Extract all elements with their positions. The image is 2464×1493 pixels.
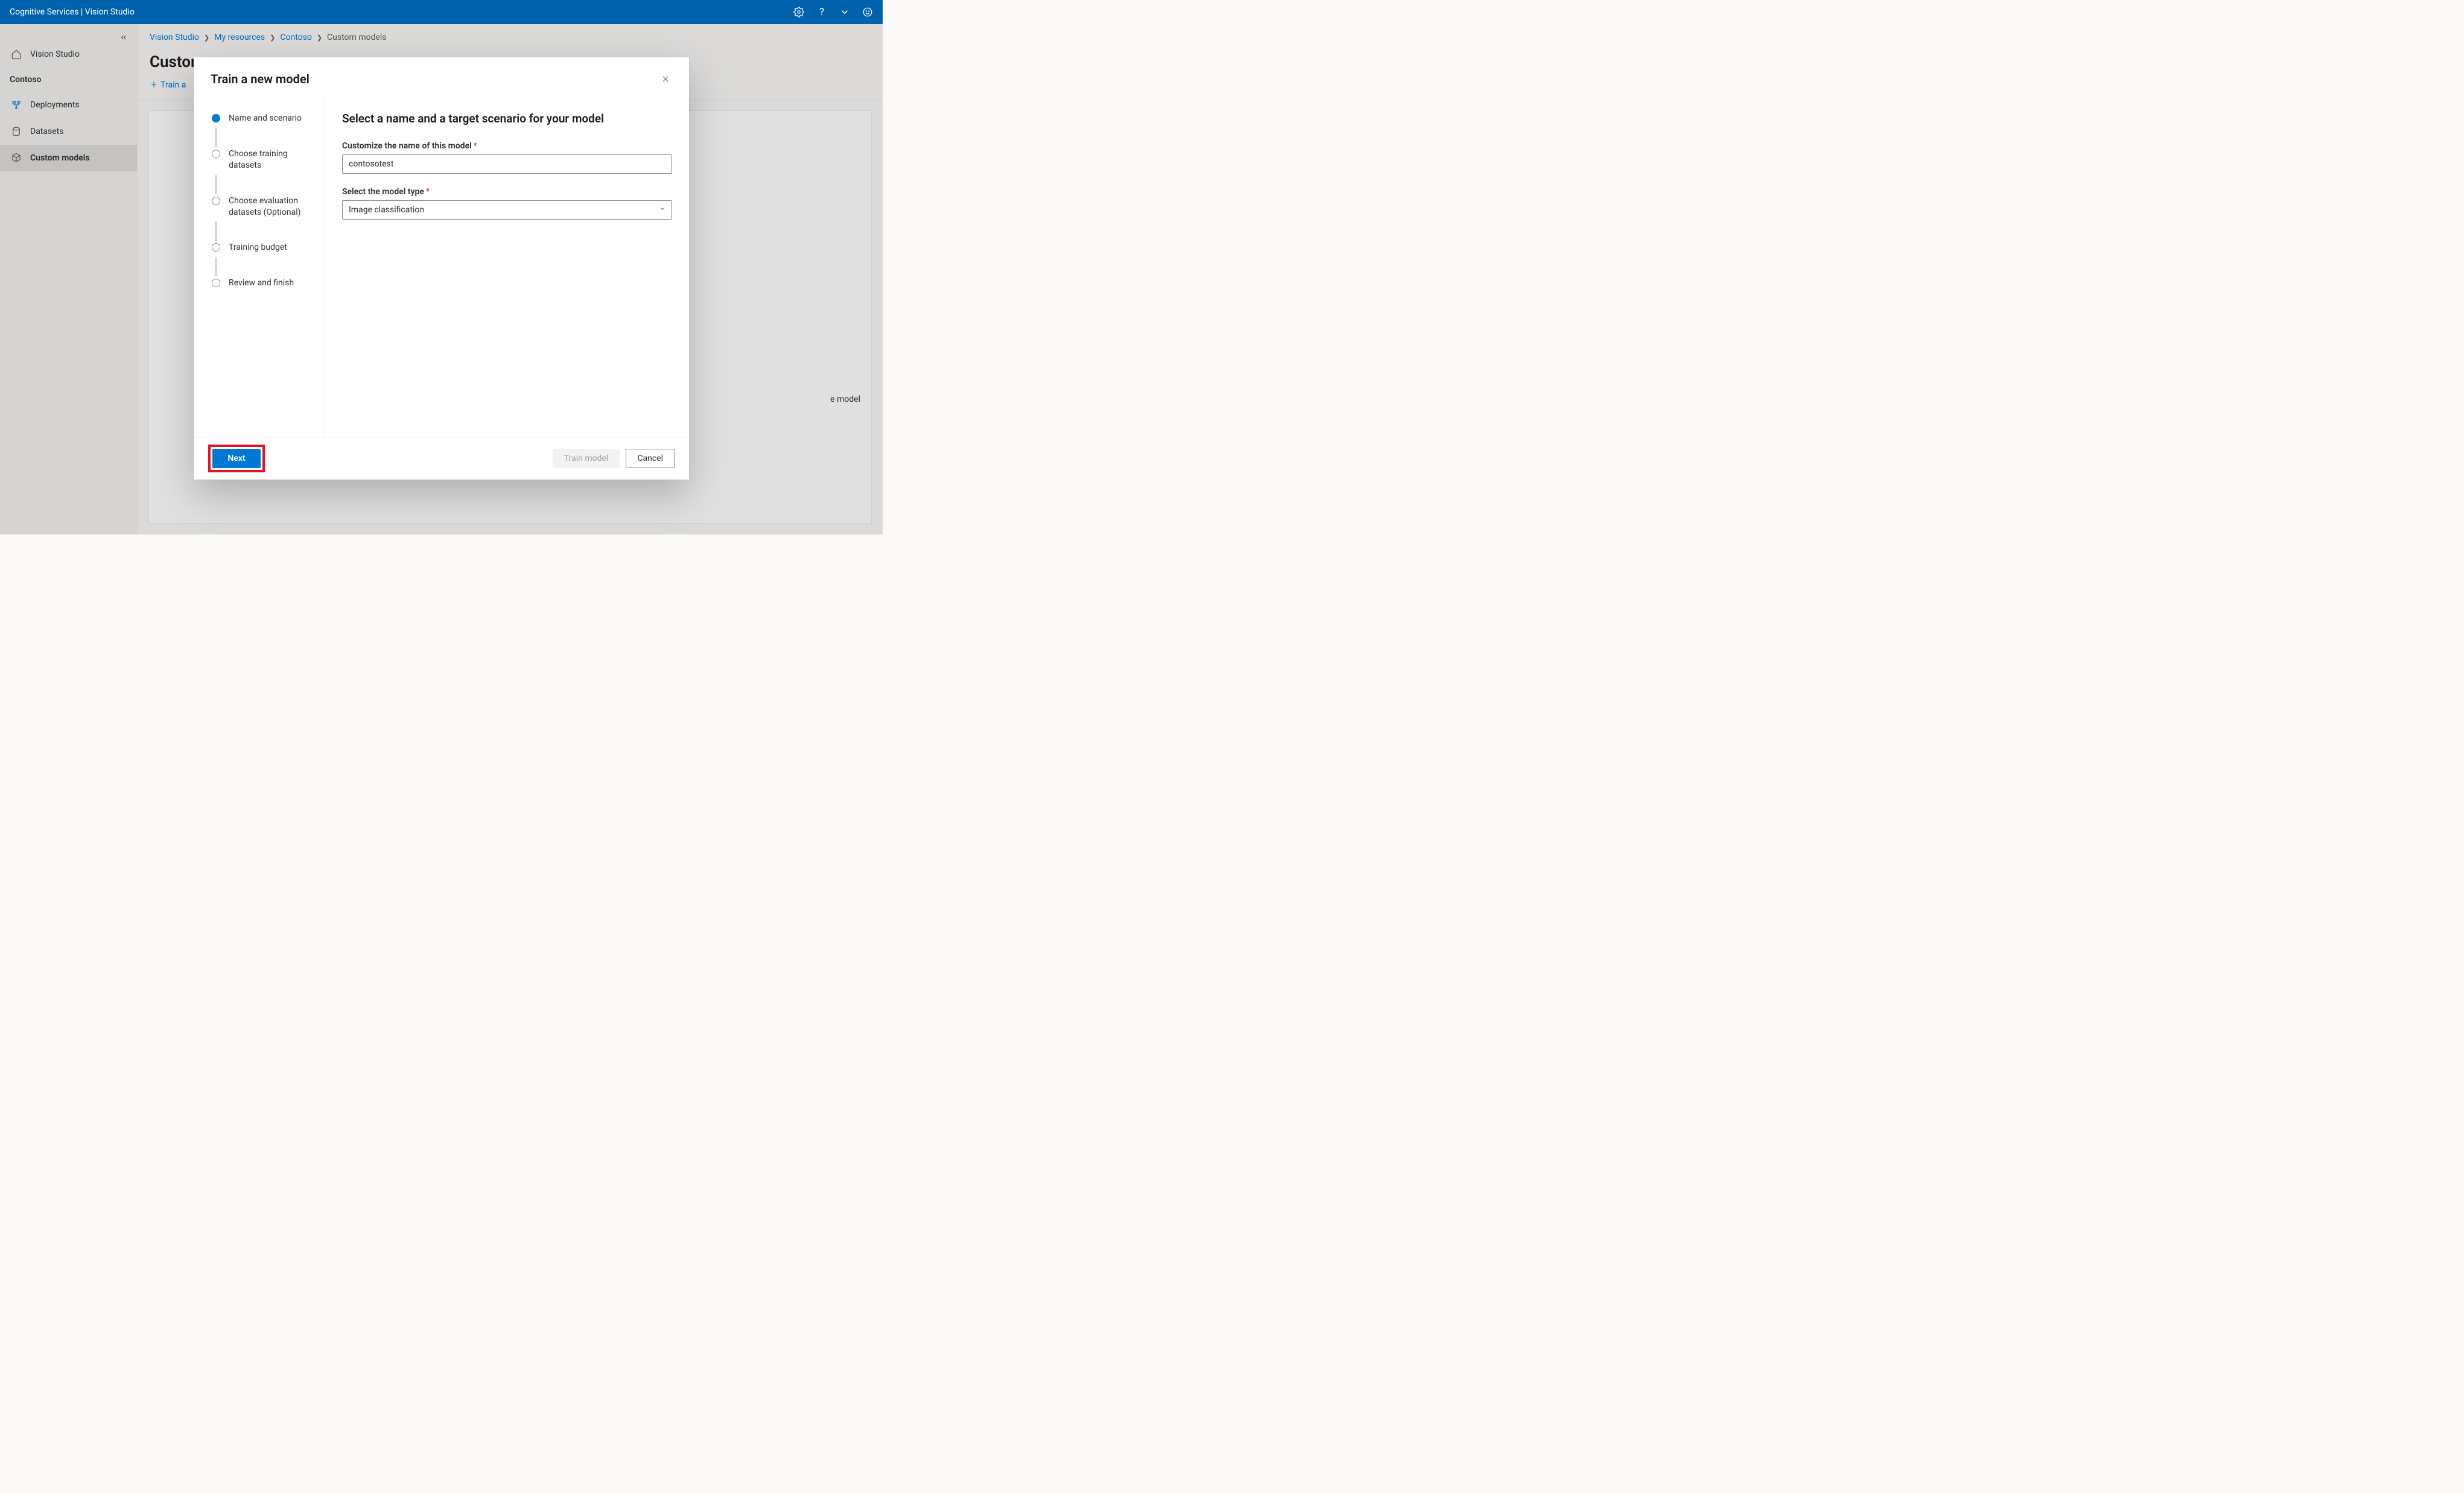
pane-heading: Select a name and a target scenario for … <box>342 112 672 125</box>
step-indicator-icon <box>212 279 220 287</box>
header-actions: ? <box>793 7 873 17</box>
model-type-select[interactable]: Image classification <box>342 200 672 220</box>
deployments-icon <box>11 100 22 110</box>
feedback-icon[interactable] <box>862 7 873 17</box>
model-name-input[interactable] <box>342 154 672 174</box>
breadcrumb-segment[interactable]: Contoso <box>280 33 311 42</box>
background-text-fragment: e model <box>830 395 860 404</box>
sidebar-item-label: Deployments <box>30 100 80 110</box>
step-indicator-icon <box>212 150 220 158</box>
step-connector <box>215 221 217 241</box>
sidebar-item-home[interactable]: Vision Studio <box>0 41 137 68</box>
app-title: Cognitive Services | Vision Studio <box>10 7 135 17</box>
breadcrumb-segment[interactable]: Vision Studio <box>150 33 199 42</box>
wizard-stepper: Name and scenario Choose training datase… <box>194 97 325 437</box>
sidebar-item-datasets[interactable]: Datasets <box>0 118 137 145</box>
step-name-scenario[interactable]: Name and scenario <box>212 113 317 127</box>
step-training-datasets[interactable]: Choose training datasets <box>212 148 317 174</box>
sidebar: Vision Studio Contoso Deployments Datase… <box>0 24 138 534</box>
dialog-title: Train a new model <box>211 72 310 86</box>
step-connector <box>215 175 217 194</box>
toolbar-button-label: Train a <box>160 80 186 90</box>
sidebar-item-label: Custom models <box>30 153 90 163</box>
help-icon[interactable]: ? <box>816 7 827 17</box>
dialog-footer: Next Train model Cancel <box>194 437 689 480</box>
next-button[interactable]: Next <box>212 449 261 468</box>
breadcrumb-segment[interactable]: My resources <box>214 33 265 42</box>
sidebar-item-custom-models[interactable]: Custom models <box>0 145 137 171</box>
plus-icon: + <box>151 80 157 90</box>
chevron-down-icon[interactable] <box>839 7 850 17</box>
datasets-icon <box>11 126 22 137</box>
home-icon <box>11 49 22 60</box>
sidebar-item-deployments[interactable]: Deployments <box>0 92 137 118</box>
model-name-label: Customize the name of this model* <box>342 141 672 151</box>
custom-models-icon <box>11 153 22 163</box>
tutorial-highlight: Next <box>208 445 265 472</box>
app-header: Cognitive Services | Vision Studio ? <box>0 0 883 24</box>
train-model-button: Train model <box>553 449 620 468</box>
breadcrumb-current: Custom models <box>327 33 386 42</box>
chevron-right-icon: ❯ <box>317 34 322 42</box>
step-evaluation-datasets[interactable]: Choose evaluation datasets (Optional) <box>212 195 317 221</box>
step-indicator-icon <box>212 243 220 252</box>
sidebar-item-label: Datasets <box>30 127 63 136</box>
sidebar-item-label: Vision Studio <box>30 49 80 59</box>
model-type-value: Image classification <box>349 205 424 215</box>
sidebar-resource-label: Contoso <box>0 68 137 92</box>
close-icon[interactable] <box>659 72 672 86</box>
step-connector <box>215 128 217 147</box>
settings-icon[interactable] <box>793 7 804 17</box>
model-type-label: Select the model type* <box>342 187 672 197</box>
wizard-form-pane: Select a name and a target scenario for … <box>325 97 689 437</box>
train-model-dialog: Train a new model Name and scenario Choo… <box>194 57 689 480</box>
step-review-finish[interactable]: Review and finish <box>212 277 317 291</box>
step-indicator-icon <box>212 114 220 122</box>
step-connector <box>215 257 217 276</box>
train-new-model-button[interactable]: + Train a <box>150 77 187 93</box>
cancel-button[interactable]: Cancel <box>626 449 675 468</box>
step-indicator-icon <box>212 197 220 205</box>
sidebar-collapse-icon[interactable] <box>118 31 130 43</box>
chevron-right-icon: ❯ <box>204 34 209 42</box>
chevron-right-icon: ❯ <box>270 34 275 42</box>
step-training-budget[interactable]: Training budget <box>212 242 317 256</box>
breadcrumb: Vision Studio ❯ My resources ❯ Contoso ❯… <box>138 24 883 48</box>
